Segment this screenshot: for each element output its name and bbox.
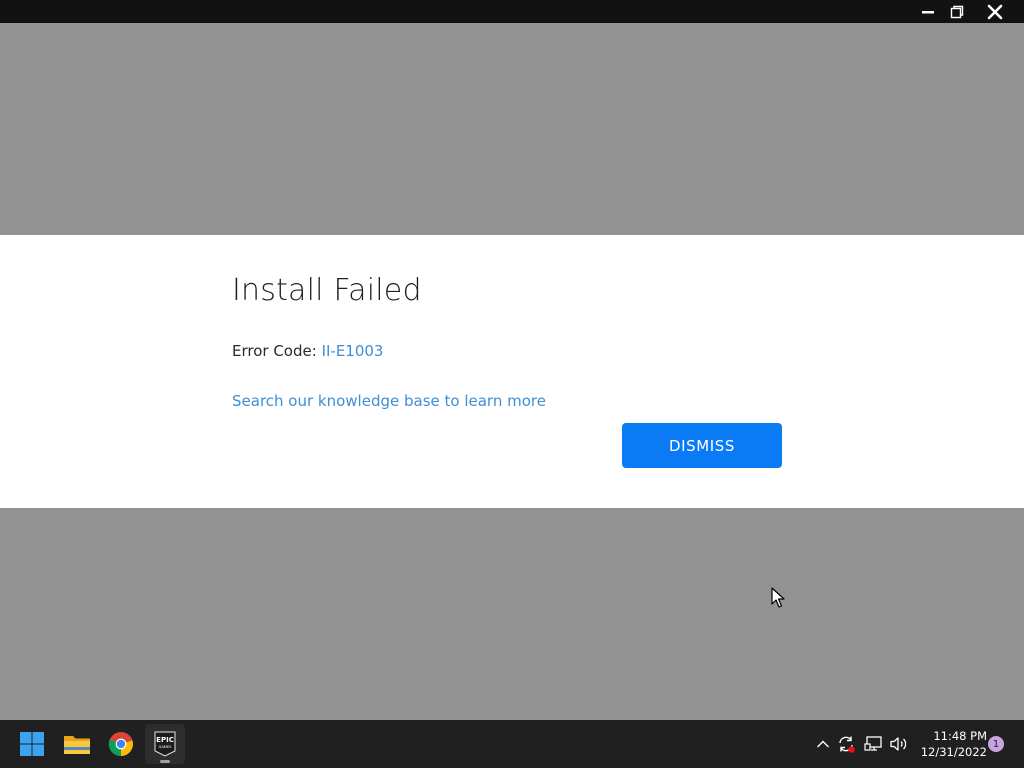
dismiss-button[interactable]: DISMISS xyxy=(622,423,782,468)
sync-icon xyxy=(839,736,855,753)
window-titlebar xyxy=(0,0,1024,23)
taskbar-file-explorer[interactable] xyxy=(57,724,97,764)
tray-sync-button[interactable] xyxy=(835,732,857,756)
taskbar-epic-games[interactable]: EPIC GAMES xyxy=(145,724,185,764)
clock-time: 11:48 PM xyxy=(933,729,987,743)
error-code-value[interactable]: II-E1003 xyxy=(322,342,384,360)
close-button[interactable] xyxy=(977,0,1013,23)
notification-count-badge[interactable]: 1 xyxy=(988,736,1004,752)
close-icon xyxy=(987,4,1003,19)
knowledge-base-link[interactable]: Search our knowledge base to learn more xyxy=(232,392,546,410)
taskbar-chrome[interactable] xyxy=(101,724,141,764)
taskbar-clock[interactable]: 11:48 PM 12/31/2022 xyxy=(915,728,987,760)
clock-date: 12/31/2022 xyxy=(920,745,987,759)
windows-start-icon xyxy=(20,732,44,756)
install-failed-dialog: Install Failed Error Code: II-E1003 Sear… xyxy=(0,235,1024,508)
error-code-line: Error Code: II-E1003 xyxy=(232,342,383,360)
svg-text:GAMES: GAMES xyxy=(159,745,173,749)
mouse-cursor-icon xyxy=(771,587,785,608)
start-button[interactable] xyxy=(12,724,52,764)
epic-games-icon: EPIC GAMES xyxy=(154,731,176,757)
minimize-icon xyxy=(922,10,934,13)
svg-text:EPIC: EPIC xyxy=(156,736,174,744)
tray-volume-button[interactable] xyxy=(888,732,910,756)
dialog-title: Install Failed xyxy=(232,273,422,308)
chevron-up-icon xyxy=(817,740,829,748)
tray-overflow-button[interactable] xyxy=(812,732,834,756)
chrome-icon xyxy=(108,732,133,757)
taskbar: EPIC GAMES 11:48 PM 12/31/2022 1 xyxy=(0,720,1024,768)
error-code-label: Error Code: xyxy=(232,342,322,360)
restore-button[interactable] xyxy=(939,0,975,23)
network-icon xyxy=(864,736,882,751)
volume-icon xyxy=(890,737,907,751)
folder-icon xyxy=(64,736,90,754)
tray-network-button[interactable] xyxy=(863,732,885,756)
modal-backdrop-bottom[interactable] xyxy=(0,508,1024,720)
modal-backdrop-top[interactable] xyxy=(0,23,1024,235)
restore-icon xyxy=(950,5,964,18)
